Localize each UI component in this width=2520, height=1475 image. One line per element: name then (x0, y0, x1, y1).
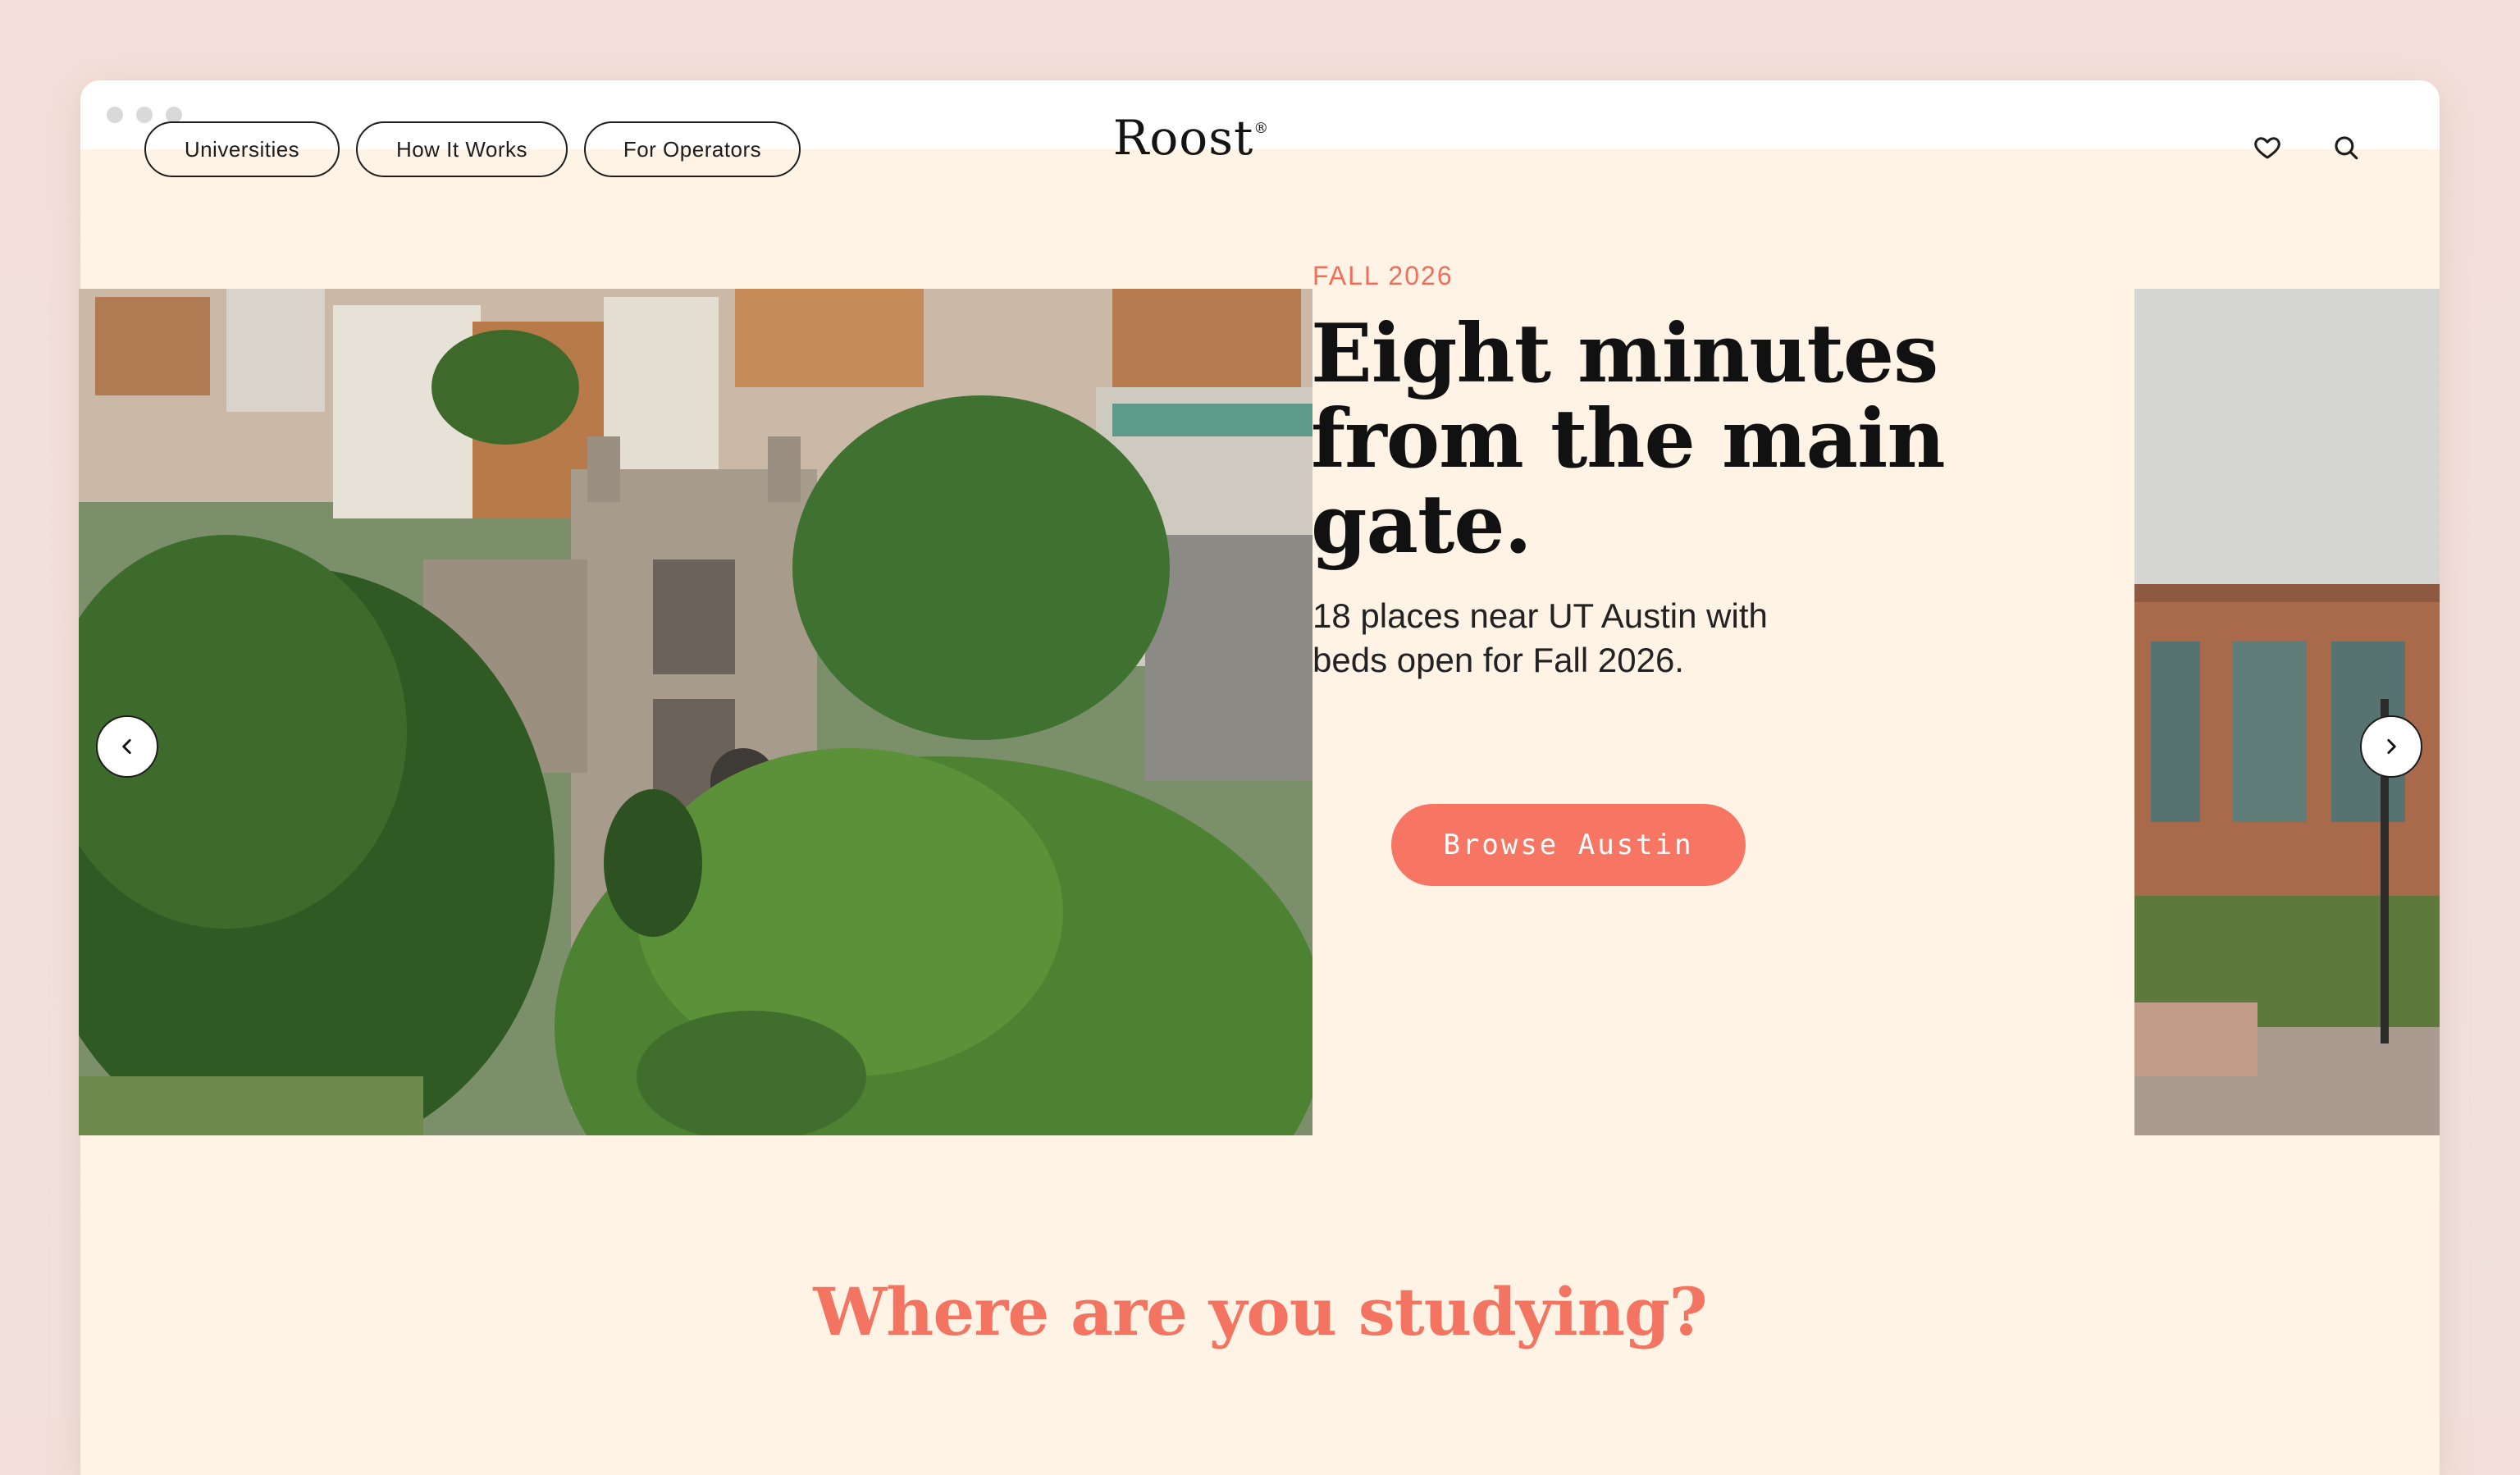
carousel-next-button[interactable] (2360, 715, 2422, 778)
hero-subtext-line: 18 places near UT Austin with (1312, 596, 1768, 635)
hero-eyebrow: FALL 2026 (1312, 261, 1454, 290)
hero-headline-line: gate. (1311, 477, 1532, 572)
carousel-prev-button[interactable] (96, 715, 158, 778)
hero-subtext-line: beds open for Fall 2026. (1312, 641, 1684, 679)
logo-registered-mark: ® (1253, 119, 1270, 137)
logo-wordmark: Roost (1112, 110, 1254, 166)
brick-building-illustration (2134, 289, 2440, 1135)
favorites-button[interactable] (2241, 121, 2294, 174)
hero-headline-line: Eight minutes (1311, 307, 1938, 401)
campus-aerial-illustration (79, 289, 1312, 1135)
window-maximize-dot[interactable] (166, 107, 182, 123)
window-minimize-dot[interactable] (136, 107, 153, 123)
nav-how-it-works[interactable]: How It Works (356, 121, 568, 177)
window-close-dot[interactable] (107, 107, 123, 123)
search-icon (2335, 136, 2358, 160)
heart-icon (2254, 137, 2280, 159)
hero-subtext: 18 places near UT Austin with beds open … (1312, 594, 1903, 683)
hero-headline-line: from the main (1311, 392, 1946, 486)
hero-campus-image (79, 289, 1312, 1135)
next-slide-image (2134, 289, 2440, 1135)
logo[interactable]: Roost® (1101, 110, 1281, 166)
chevron-right-icon (2387, 739, 2396, 754)
nav-for-operators[interactable]: For Operators (584, 121, 801, 177)
hero-headline: Eight minutes from the main gate. (1311, 312, 1984, 568)
chevron-left-icon (122, 739, 131, 754)
nav-universities[interactable]: Universities (144, 121, 340, 177)
section-title: Where are you studying? (813, 1273, 1707, 1350)
search-button[interactable] (2320, 121, 2372, 174)
browse-austin-button[interactable]: Browse Austin (1391, 804, 1746, 886)
